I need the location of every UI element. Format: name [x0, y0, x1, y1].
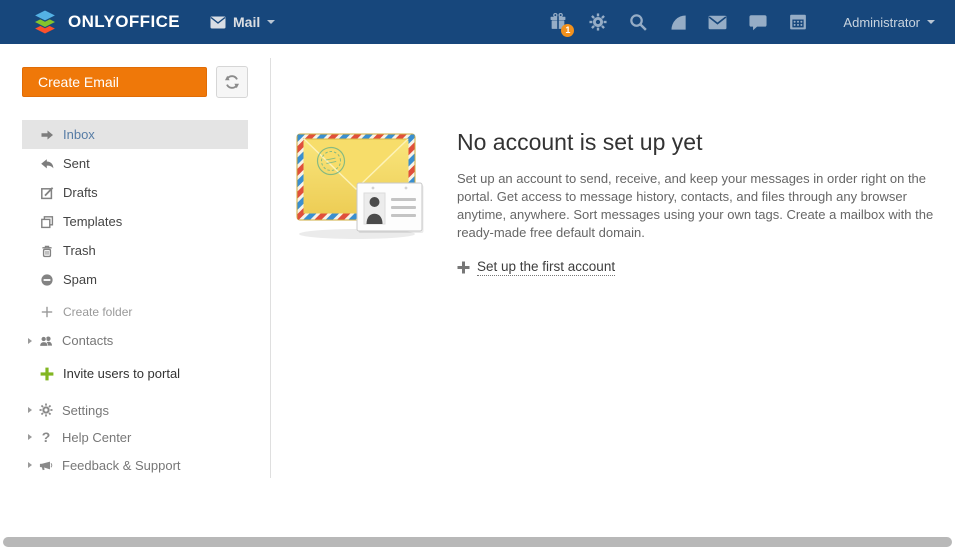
mail-icon[interactable] — [708, 13, 727, 32]
horizontal-scrollbar-thumb[interactable] — [3, 537, 952, 547]
sidebar-item-contacts[interactable]: Contacts — [22, 326, 248, 355]
megaphone-icon — [39, 458, 53, 473]
refresh-icon — [224, 74, 240, 90]
feed-icon[interactable] — [668, 13, 687, 32]
arrow-right-icon — [40, 127, 54, 142]
gift-icon[interactable]: 1 — [548, 13, 567, 32]
plus-green-icon — [40, 366, 54, 381]
sidebar-item-feedback[interactable]: Feedback & Support — [22, 451, 248, 479]
horizontal-scrollbar — [0, 535, 955, 549]
module-label: Mail — [233, 14, 260, 30]
trash-icon — [40, 243, 54, 258]
sidebar-item-trash[interactable]: Trash — [22, 236, 248, 265]
create-email-button[interactable]: Create Email — [22, 67, 207, 97]
plus-icon — [457, 261, 470, 274]
account-name: Administrator — [843, 15, 920, 30]
gear-icon — [39, 403, 53, 418]
chevron-down-icon — [927, 20, 935, 24]
sidebar-item-spam[interactable]: Spam — [22, 265, 248, 294]
sidebar-item-inbox[interactable]: Inbox — [22, 120, 248, 149]
top-header: ONLYOFFICE Mail 1 — [0, 0, 955, 44]
settings-icon[interactable] — [588, 13, 607, 32]
sidebar-item-sent[interactable]: Sent — [22, 149, 248, 178]
create-folder-button[interactable]: Create folder — [22, 298, 248, 326]
compose-icon — [40, 185, 54, 200]
chevron-down-icon — [267, 20, 275, 24]
refresh-button[interactable] — [216, 66, 248, 98]
block-icon — [40, 272, 54, 287]
invite-users-button[interactable]: Invite users to portal — [22, 359, 248, 388]
sidebar: Create Email Inbox Sent — [0, 44, 270, 535]
main-content: No account is set up yet Set up an accou… — [271, 44, 955, 535]
envelope-illustration — [293, 128, 428, 240]
calendar-icon[interactable] — [788, 13, 807, 32]
module-switcher[interactable]: Mail — [210, 14, 275, 30]
plus-icon — [40, 305, 54, 320]
gift-badge: 1 — [561, 24, 574, 37]
sidebar-item-settings[interactable]: Settings — [22, 396, 248, 424]
page-title: No account is set up yet — [457, 127, 939, 157]
reply-arrow-icon — [40, 156, 54, 171]
sidebar-item-templates[interactable]: Templates — [22, 207, 248, 236]
mail-module-icon — [210, 16, 226, 29]
brand-title: ONLYOFFICE — [68, 12, 180, 32]
chevron-right-icon — [28, 462, 32, 468]
account-menu[interactable]: Administrator — [843, 15, 935, 30]
setup-first-account-link[interactable]: Set up the first account — [457, 259, 615, 276]
question-icon: ? — [39, 430, 53, 445]
onlyoffice-logo[interactable]: ONLYOFFICE — [30, 7, 180, 37]
chevron-right-icon — [28, 434, 32, 440]
sidebar-item-drafts[interactable]: Drafts — [22, 178, 248, 207]
search-icon[interactable] — [628, 13, 647, 32]
chevron-right-icon — [28, 407, 32, 413]
talk-icon[interactable] — [748, 13, 767, 32]
chevron-right-icon — [28, 338, 32, 344]
empty-state-description: Set up an account to send, receive, and … — [457, 170, 935, 242]
contacts-icon — [39, 333, 53, 348]
sidebar-item-help-center[interactable]: ? Help Center — [22, 423, 248, 451]
onlyoffice-logo-icon — [30, 7, 60, 37]
templates-icon — [40, 214, 54, 229]
